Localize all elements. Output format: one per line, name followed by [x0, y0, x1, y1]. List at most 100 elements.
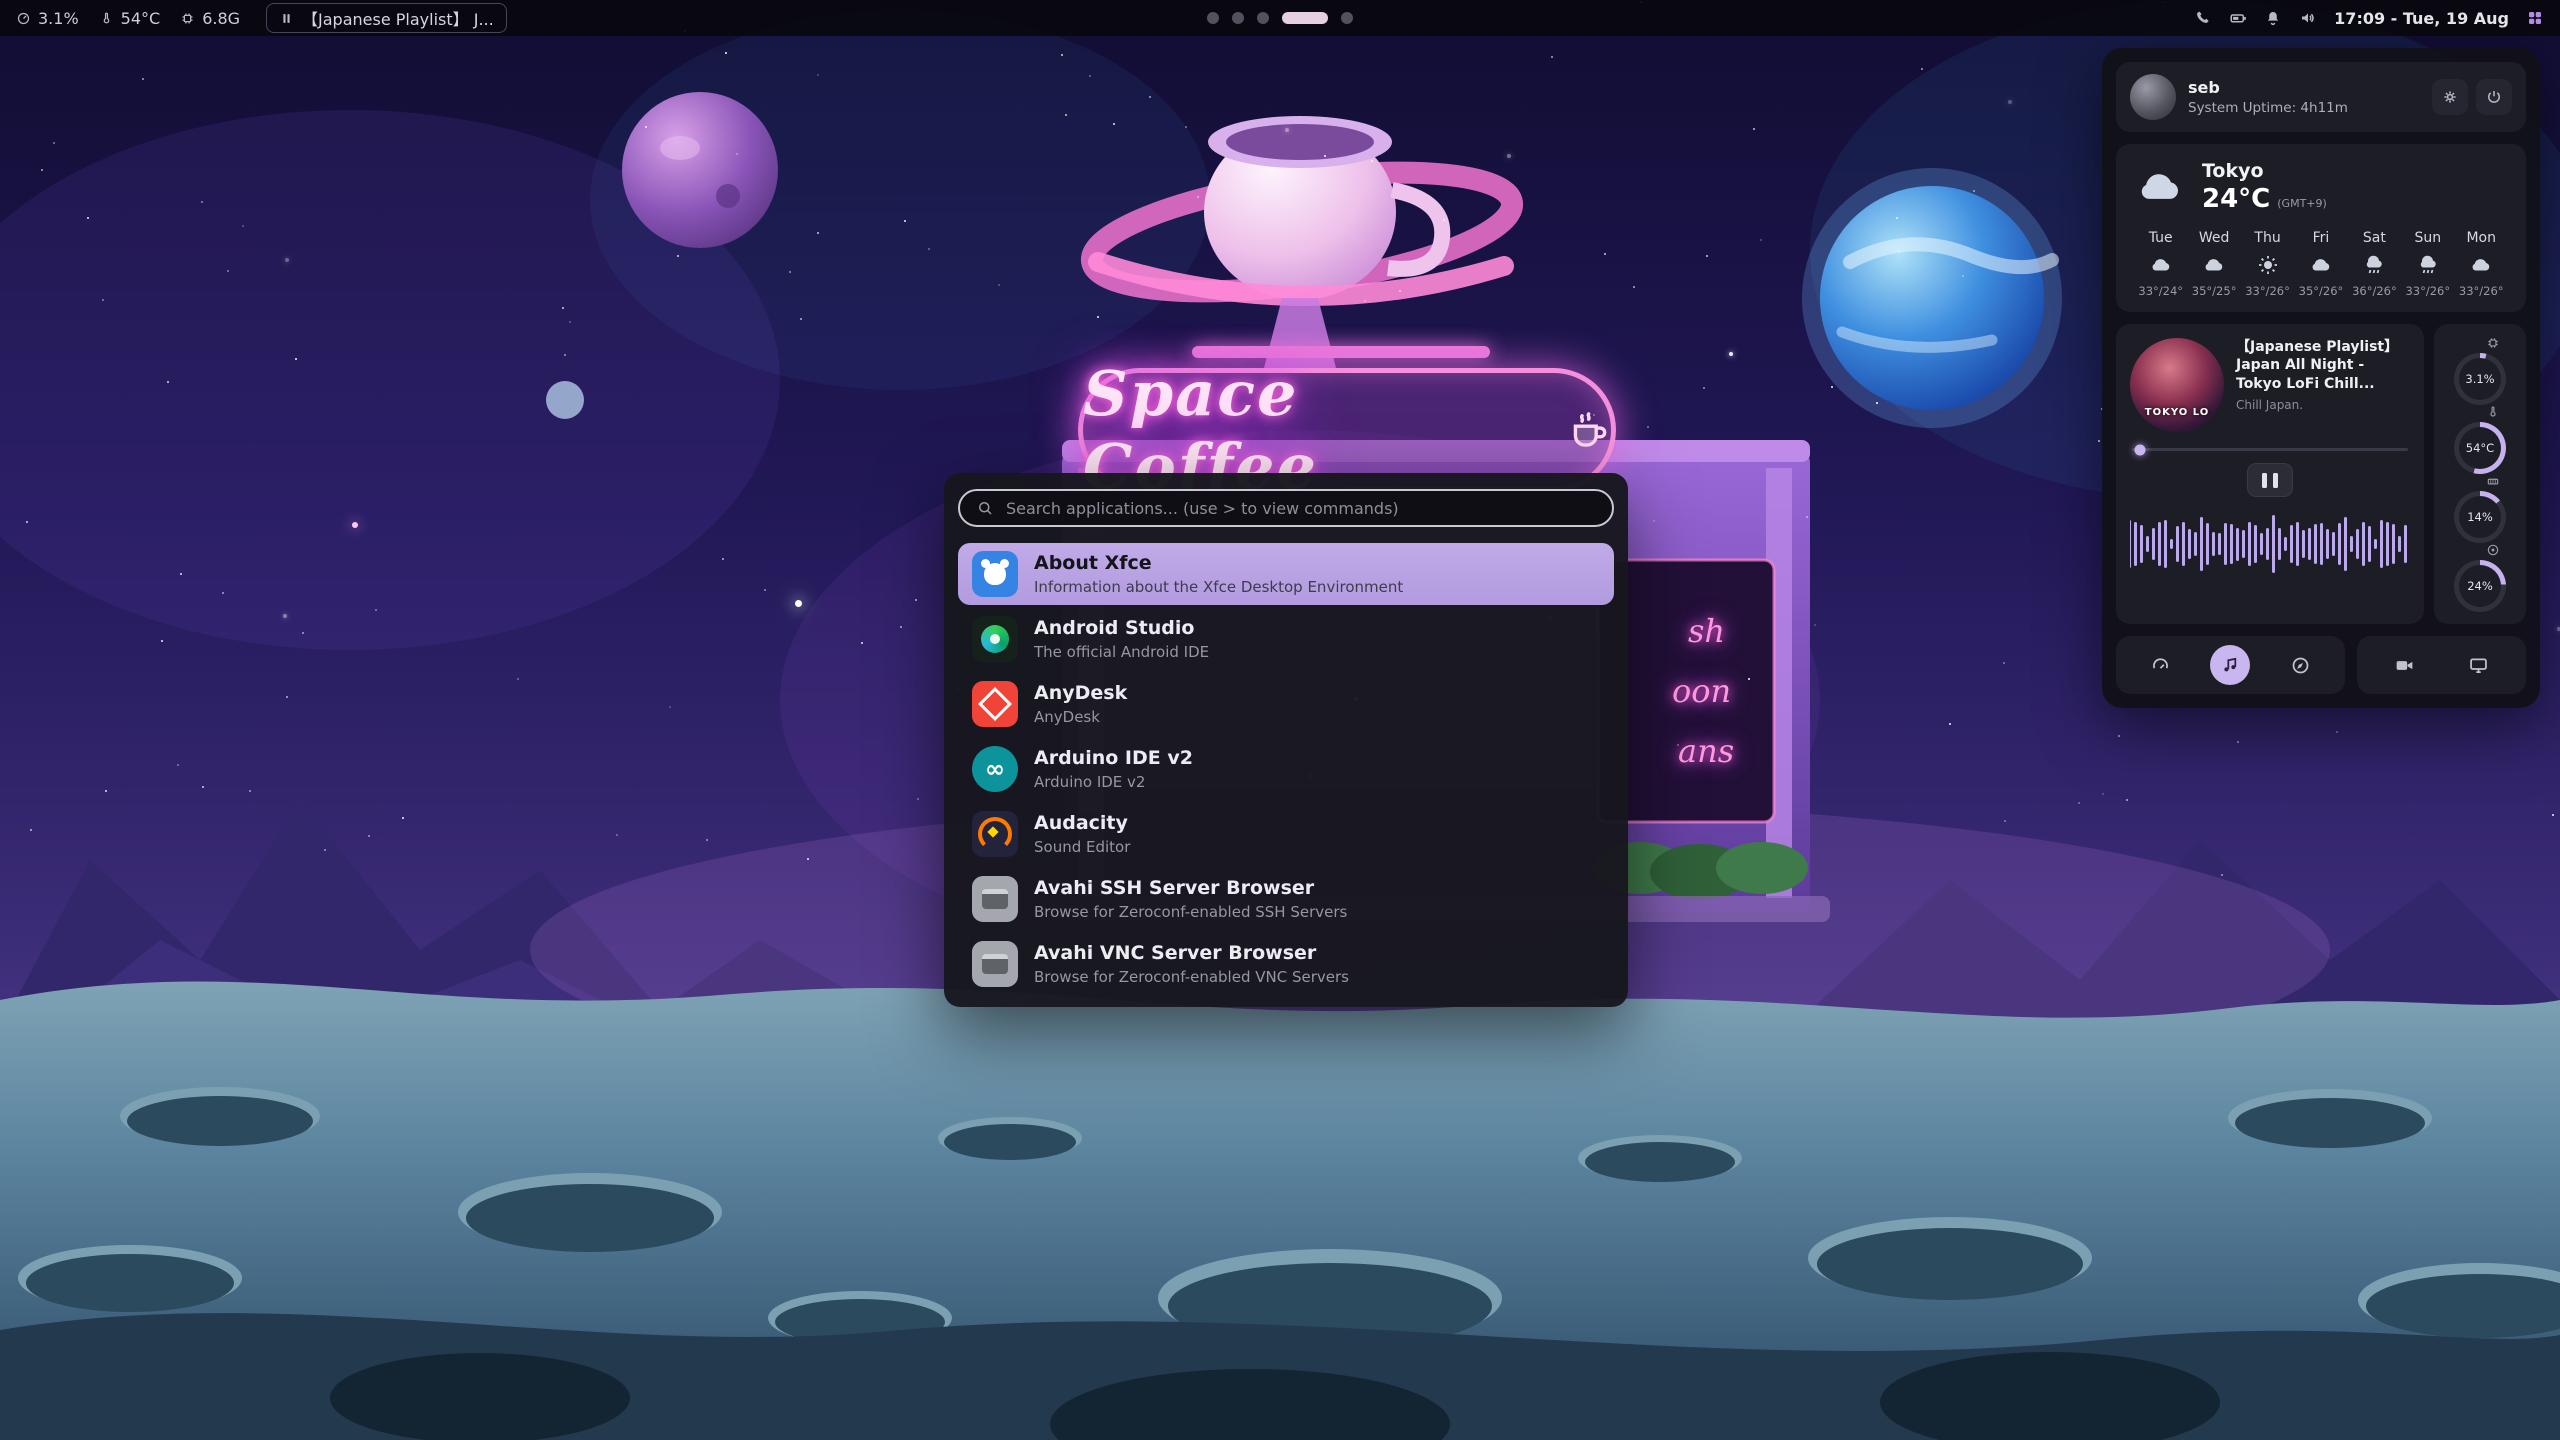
- forecast-day: Tue 33°/24°: [2134, 230, 2187, 298]
- now-playing-label: 【Japanese Playlist】 J...: [302, 6, 494, 30]
- top-bar: 3.1% 54°C 6.8G 【Japanese Playlist】 J... …: [0, 0, 2560, 36]
- album-art: TOKYO LO: [2130, 338, 2224, 432]
- workspace-dot-5[interactable]: [1341, 12, 1353, 24]
- search-icon: [976, 499, 994, 517]
- weather-cloud-icon: [2134, 161, 2186, 213]
- forecast-day: Wed 35°/25°: [2187, 230, 2240, 298]
- app-launcher: About Xfce Information about the Xfce De…: [944, 473, 1628, 1007]
- battery-icon[interactable]: [2229, 9, 2247, 27]
- thermometer-icon: [99, 11, 114, 26]
- android-studio-icon: [972, 616, 1018, 662]
- topbar-now-playing[interactable]: 【Japanese Playlist】 J...: [266, 3, 507, 33]
- app-row-audacity[interactable]: Audacity Sound Editor: [958, 803, 1614, 865]
- progress-handle[interactable]: [2135, 444, 2146, 455]
- track-title: 【Japanese Playlist】 Japan All Night - To…: [2236, 338, 2410, 393]
- avahi-icon: [972, 876, 1018, 922]
- cpu-usage-indicator: 3.1%: [16, 9, 79, 28]
- music-note-icon: [2220, 655, 2241, 676]
- arduino-icon: ∞: [972, 746, 1018, 792]
- display-button[interactable]: [2459, 645, 2499, 685]
- compass-icon: [2290, 655, 2311, 676]
- pause-button[interactable]: [2247, 463, 2293, 497]
- weather-city: Tokyo: [2202, 160, 2327, 182]
- workspace-dot-2[interactable]: [1232, 12, 1244, 24]
- avahi-icon: [972, 941, 1018, 987]
- notifications-bell-icon[interactable]: [2264, 9, 2282, 27]
- user-card: seb System Uptime: 4h11m: [2116, 62, 2526, 132]
- audacity-icon: [972, 811, 1018, 857]
- forecast-day: Fri 35°/26°: [2294, 230, 2347, 298]
- track-subtitle: Chill Japan.: [2236, 398, 2410, 412]
- rain-icon: [2362, 253, 2386, 277]
- music-section: TOKYO LO 【Japanese Playlist】 Japan All N…: [2116, 324, 2526, 624]
- app-row-avahi-vnc[interactable]: Avahi VNC Server Browser Browse for Zero…: [958, 933, 1614, 995]
- sun-icon: [2256, 253, 2280, 277]
- gauge-memory: 14%: [2454, 474, 2506, 543]
- anydesk-icon: [972, 681, 1018, 727]
- search-input[interactable]: [1004, 498, 1596, 519]
- video-camera-icon: [2394, 655, 2415, 676]
- cloud-icon: [2309, 253, 2333, 277]
- quick-actions-left: [2116, 636, 2345, 694]
- earth-planet: [1802, 168, 2062, 428]
- temperature-icon: [2486, 405, 2500, 419]
- forecast-day: Thu 33°/26°: [2241, 230, 2294, 298]
- disk-icon: [2486, 543, 2500, 557]
- system-gauges-card: 3.1% 54°C 14% 24%: [2434, 324, 2526, 624]
- cloud-icon: [2149, 253, 2173, 277]
- gauge-cpu: 3.1%: [2454, 336, 2506, 405]
- power-button[interactable]: [2476, 79, 2512, 115]
- rain-icon: [2416, 253, 2440, 277]
- app-row-about-xfce[interactable]: About Xfce Information about the Xfce De…: [958, 543, 1614, 605]
- cloud-icon: [2202, 253, 2226, 277]
- cpu-icon: [2486, 336, 2500, 350]
- pause-icon: [279, 11, 294, 26]
- app-row-android-studio[interactable]: Android Studio The official Android IDE: [958, 608, 1614, 670]
- xfce-icon: [972, 551, 1018, 597]
- progress-bar[interactable]: [2132, 448, 2408, 451]
- memory-chip-icon: [180, 11, 195, 26]
- forecast-row: Tue 33°/24° Wed 35°/25° Thu 33°/26° Fri …: [2134, 230, 2508, 298]
- app-grid-icon[interactable]: [2526, 9, 2544, 27]
- workspace-dot-1[interactable]: [1207, 12, 1219, 24]
- gauge-temperature: 54°C: [2454, 405, 2506, 474]
- cpu-temp-indicator: 54°C: [99, 9, 161, 28]
- cpu-temp-value: 54°C: [121, 9, 161, 28]
- app-list: About Xfce Information about the Xfce De…: [958, 543, 1614, 995]
- purple-planet: [622, 92, 778, 248]
- memory-indicator: 6.8G: [180, 9, 240, 28]
- phone-icon[interactable]: [2194, 9, 2212, 27]
- quick-actions: [2116, 636, 2526, 694]
- stats-button[interactable]: [2141, 645, 2181, 685]
- screen-record-button[interactable]: [2384, 645, 2424, 685]
- control-panel: seb System Uptime: 4h11m Tokyo 24°C (GMT…: [2102, 48, 2540, 708]
- power-icon: [2485, 88, 2503, 106]
- weather-temperature: 24°C: [2202, 184, 2270, 214]
- memory-value: 6.8G: [202, 9, 240, 28]
- user-name: seb: [2188, 78, 2420, 97]
- launcher-search-box[interactable]: [958, 489, 1614, 527]
- cpu-gauge-icon: [16, 11, 31, 26]
- clock[interactable]: 17:09 - Tue, 19 Aug: [2334, 9, 2509, 28]
- volume-icon[interactable]: [2299, 9, 2317, 27]
- small-moon: [546, 381, 584, 419]
- music-button[interactable]: [2210, 645, 2250, 685]
- workspace-dot-3[interactable]: [1257, 12, 1269, 24]
- workspace-indicator: [1207, 12, 1353, 24]
- topbar-tray: 17:09 - Tue, 19 Aug: [2194, 9, 2544, 28]
- compass-button[interactable]: [2280, 645, 2320, 685]
- app-row-avahi-ssh[interactable]: Avahi SSH Server Browser Browse for Zero…: [958, 868, 1614, 930]
- waveform: [2130, 507, 2410, 581]
- avatar: [2130, 74, 2176, 120]
- weather-card: Tokyo 24°C (GMT+9) Tue 33°/24° Wed 35°/2…: [2116, 144, 2526, 312]
- quick-actions-right: [2357, 636, 2526, 694]
- app-row-arduino[interactable]: ∞ Arduino IDE v2 Arduino IDE v2: [958, 738, 1614, 800]
- app-row-anydesk[interactable]: AnyDesk AnyDesk: [958, 673, 1614, 735]
- cloud-icon: [2469, 253, 2493, 277]
- forecast-day: Sat 36°/26°: [2348, 230, 2401, 298]
- music-player-card: TOKYO LO 【Japanese Playlist】 Japan All N…: [2116, 324, 2424, 624]
- system-uptime: System Uptime: 4h11m: [2188, 100, 2420, 116]
- settings-button[interactable]: [2432, 79, 2468, 115]
- workspace-dot-4-active[interactable]: [1282, 12, 1328, 24]
- memory-icon: [2486, 474, 2500, 488]
